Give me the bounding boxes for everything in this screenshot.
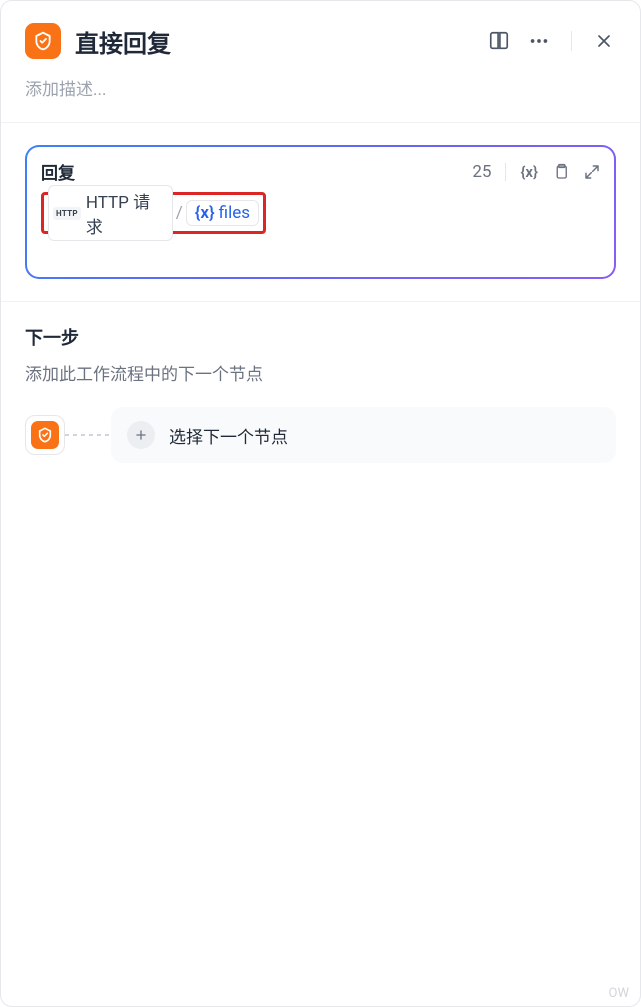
- page-title: 直接回复: [75, 24, 473, 59]
- plus-icon: [127, 421, 155, 449]
- clipboard-icon: [552, 163, 570, 181]
- variable-chip[interactable]: {x} files: [186, 200, 259, 226]
- next-step-title: 下一步: [25, 324, 616, 350]
- panel-header: 直接回复: [1, 1, 640, 75]
- reply-header: 回复 25 {x}: [41, 159, 600, 184]
- char-count: 25: [472, 162, 491, 182]
- description-input[interactable]: 添加描述...: [25, 75, 616, 100]
- http-badge-label: HTTP 请求: [86, 188, 166, 238]
- current-node-icon: [25, 415, 65, 455]
- close-icon: [594, 31, 614, 51]
- variable-chip-label: files: [219, 203, 250, 223]
- more-button[interactable]: [527, 29, 551, 53]
- docs-button[interactable]: [487, 29, 511, 53]
- node-type-icon: [25, 23, 61, 59]
- reply-box[interactable]: 回复 25 {x}: [25, 145, 616, 279]
- http-badge-icon: HTTP: [53, 207, 81, 220]
- book-icon: [488, 30, 510, 52]
- toolbar-divider: [505, 163, 506, 181]
- reply-section: 回复 25 {x}: [1, 123, 640, 301]
- description-row: 添加描述...: [1, 75, 640, 122]
- next-step-subtitle: 添加此工作流程中的下一个节点: [25, 360, 616, 385]
- highlighted-expression[interactable]: HTTP HTTP 请求 / {x} files: [41, 192, 266, 234]
- next-step-row: 选择下一个节点: [25, 407, 616, 463]
- variable-icon: {x}: [520, 163, 538, 181]
- expand-button[interactable]: [584, 164, 600, 180]
- ellipsis-icon: [528, 30, 550, 52]
- reply-title: 回复: [41, 159, 75, 184]
- clipboard-button[interactable]: [552, 163, 570, 181]
- watermark: OW: [609, 986, 629, 1001]
- variable-chip-icon: {x}: [195, 203, 215, 223]
- divider: [571, 31, 572, 51]
- http-request-chip[interactable]: HTTP HTTP 请求: [48, 185, 173, 241]
- header-actions: [487, 29, 616, 53]
- shield-check-icon: [37, 427, 53, 443]
- expand-icon: [584, 164, 600, 180]
- close-button[interactable]: [592, 29, 616, 53]
- shield-check-icon: [33, 31, 53, 51]
- insert-variable-button[interactable]: {x}: [520, 163, 538, 181]
- reply-toolbar: 25 {x}: [472, 162, 600, 182]
- config-panel: 直接回复 添加描述.: [0, 0, 641, 1007]
- next-step-section: 下一步 添加此工作流程中的下一个节点 选择下一个节点: [1, 302, 640, 485]
- select-next-label: 选择下一个节点: [169, 423, 288, 448]
- select-next-node-button[interactable]: 选择下一个节点: [111, 407, 616, 463]
- path-separator: /: [176, 203, 183, 223]
- node-connector: [65, 434, 111, 436]
